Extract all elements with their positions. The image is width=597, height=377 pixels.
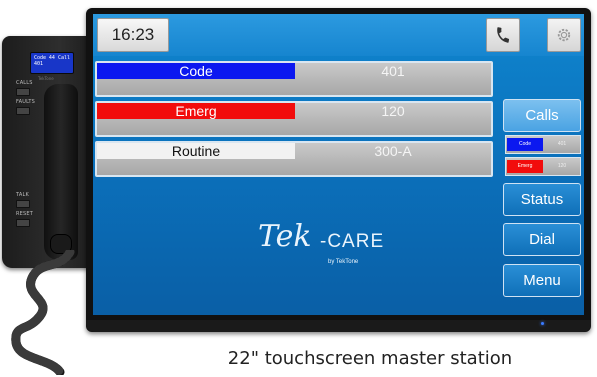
phone-button[interactable]	[486, 18, 520, 52]
phone-brand: TekTone	[38, 76, 54, 81]
call-room: 120	[381, 103, 405, 119]
faults-button[interactable]	[16, 107, 30, 115]
faults-label: FAULTS	[16, 99, 36, 105]
mini-call-emerg[interactable]: Emerg 120	[505, 157, 581, 176]
handset[interactable]	[44, 84, 78, 260]
call-room: 401	[381, 63, 405, 79]
mini-call-room: 401	[557, 141, 567, 147]
touchscreen: 16:23 Code 401 Emerg 120 Routine 300-A C…	[93, 14, 584, 315]
phone-icon	[497, 27, 510, 43]
monitor-base	[86, 320, 591, 332]
call-row-code[interactable]: Code 401	[95, 61, 493, 97]
tab-status[interactable]: Status	[503, 183, 581, 216]
desk-phone: Code 44 Call 401 TekTone CALLS FAULTS TA…	[2, 36, 98, 268]
logo-tek: Tek	[258, 219, 312, 254]
mini-call-type: Code	[507, 138, 543, 151]
calls-label: CALLS	[16, 80, 33, 86]
mini-call-type: Emerg	[507, 160, 543, 173]
logo-byline: by TekTone	[328, 259, 359, 265]
gear-icon	[557, 28, 571, 42]
call-type: Emerg	[97, 103, 295, 119]
tab-menu[interactable]: Menu	[503, 264, 581, 297]
call-type: Routine	[97, 143, 295, 159]
reset-button[interactable]	[16, 219, 30, 227]
power-led	[541, 322, 544, 325]
call-row-routine[interactable]: Routine 300-A	[95, 141, 493, 177]
lcd-room: 401	[34, 61, 44, 67]
clock-display: 16:23	[97, 18, 169, 52]
talk-button[interactable]	[16, 200, 30, 208]
call-row-emerg[interactable]: Emerg 120	[95, 101, 493, 137]
settings-button[interactable]	[547, 18, 581, 52]
lcd-call-count: 44 Call	[48, 55, 70, 61]
top-bar: 16:23	[93, 14, 584, 56]
reset-label: RESET	[16, 211, 34, 217]
calls-button[interactable]	[16, 88, 30, 96]
tab-dial[interactable]: Dial	[503, 223, 581, 256]
talk-label: TALK	[16, 192, 29, 198]
logo-care: -CARE	[320, 231, 385, 252]
mini-call-code[interactable]: Code 401	[505, 135, 581, 154]
phone-lcd-display: Code 44 Call 401	[30, 52, 74, 74]
tek-care-logo: Tek -CARE by TekTone	[258, 219, 418, 279]
call-type: Code	[97, 63, 295, 79]
call-room: 300-A	[374, 143, 412, 159]
tab-calls[interactable]: Calls	[503, 99, 581, 132]
mini-call-room: 120	[557, 163, 567, 169]
product-caption: 22" touchscreen master station	[227, 348, 513, 369]
